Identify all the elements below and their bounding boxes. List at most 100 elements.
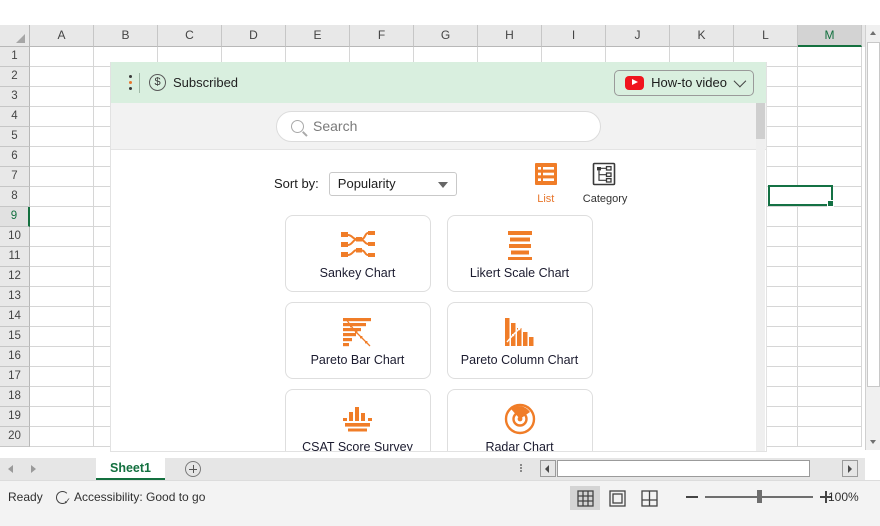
grid-cell[interactable] [30, 307, 94, 327]
task-pane-scrollbar[interactable] [756, 103, 765, 451]
grid-cell[interactable] [30, 147, 94, 167]
grid-cell[interactable] [798, 47, 862, 67]
search-input[interactable]: Search [313, 118, 357, 134]
how-to-video-button[interactable]: How-to video [614, 69, 754, 96]
row-header-1[interactable]: 1 [0, 47, 30, 67]
column-header-a[interactable]: A [30, 25, 94, 47]
chart-card-sankey[interactable]: Sankey Chart [284, 215, 431, 292]
grid-cell[interactable] [798, 267, 862, 287]
previous-sheet-icon[interactable] [0, 458, 22, 480]
grid-cell[interactable] [30, 367, 94, 387]
row-header-11[interactable]: 11 [0, 247, 30, 267]
grid-cell[interactable] [30, 287, 94, 307]
select-all-corner[interactable] [0, 25, 30, 47]
chart-card-likert[interactable]: Likert Scale Chart [446, 215, 593, 292]
column-header-m[interactable]: M [798, 25, 862, 47]
row-header-16[interactable]: 16 [0, 347, 30, 367]
grid-cell[interactable] [30, 167, 94, 187]
grid-cell[interactable] [798, 347, 862, 367]
grid-cell[interactable] [798, 407, 862, 427]
row-header-18[interactable]: 18 [0, 387, 30, 407]
scroll-right-arrow-icon[interactable] [842, 460, 858, 477]
grid-cell[interactable] [798, 147, 862, 167]
kebab-menu-icon[interactable] [123, 74, 137, 92]
search-box[interactable]: Search [276, 110, 601, 142]
grid-cell[interactable] [798, 307, 862, 327]
grid-cell[interactable] [798, 167, 862, 187]
grid-cell[interactable] [30, 407, 94, 427]
grid-cell[interactable] [30, 187, 94, 207]
next-sheet-icon[interactable] [22, 458, 44, 480]
row-header-10[interactable]: 10 [0, 227, 30, 247]
row-header-14[interactable]: 14 [0, 307, 30, 327]
chart-card-csat[interactable]: CSAT Score Survey [284, 389, 431, 451]
zoom-slider-handle[interactable] [757, 490, 762, 503]
row-header-20[interactable]: 20 [0, 427, 30, 447]
active-cell-m9[interactable] [768, 185, 834, 207]
tab-split-handle[interactable] [520, 463, 524, 475]
grid-cell[interactable] [798, 287, 862, 307]
grid-cell[interactable] [30, 347, 94, 367]
column-header-c[interactable]: C [158, 25, 222, 47]
accessibility-status[interactable]: Accessibility: Good to go [55, 490, 205, 507]
scroll-left-arrow-icon[interactable] [540, 460, 556, 477]
row-header-6[interactable]: 6 [0, 147, 30, 167]
column-header-g[interactable]: G [414, 25, 478, 47]
row-header-2[interactable]: 2 [0, 67, 30, 87]
grid-cell[interactable] [798, 207, 862, 227]
grid-cell[interactable] [798, 387, 862, 407]
grid-cell[interactable] [798, 367, 862, 387]
grid-cell[interactable] [798, 87, 862, 107]
row-header-4[interactable]: 4 [0, 107, 30, 127]
grid-cell[interactable] [798, 107, 862, 127]
scroll-up-arrow-icon[interactable] [866, 25, 880, 41]
column-header-h[interactable]: H [478, 25, 542, 47]
task-pane-scroll-thumb[interactable] [756, 103, 765, 139]
column-header-d[interactable]: D [222, 25, 286, 47]
grid-cell[interactable] [30, 87, 94, 107]
row-header-3[interactable]: 3 [0, 87, 30, 107]
add-sheet-icon[interactable] [185, 461, 201, 477]
grid-cell[interactable] [798, 67, 862, 87]
row-header-19[interactable]: 19 [0, 407, 30, 427]
minus-icon[interactable] [685, 488, 699, 506]
row-header-17[interactable]: 17 [0, 367, 30, 387]
chart-card-pareto-bar[interactable]: Pareto Bar Chart [284, 302, 431, 379]
page-layout-view-button[interactable] [602, 486, 632, 510]
grid-cell[interactable] [30, 387, 94, 407]
row-header-9[interactable]: 9 [0, 207, 30, 227]
page-break-view-button[interactable] [634, 486, 664, 510]
grid-cell[interactable] [30, 247, 94, 267]
view-toggle-category[interactable]: Category [583, 162, 627, 205]
grid-cell[interactable] [30, 127, 94, 147]
horizontal-scroll-thumb[interactable] [557, 460, 810, 477]
row-header-8[interactable]: 8 [0, 187, 30, 207]
row-header-12[interactable]: 12 [0, 267, 30, 287]
column-header-j[interactable]: J [606, 25, 670, 47]
view-toggle-list[interactable]: List [525, 162, 567, 205]
zoom-slider[interactable] [705, 488, 813, 506]
sort-by-select[interactable]: Popularity [328, 171, 457, 196]
grid-cell[interactable] [30, 207, 94, 227]
normal-view-button[interactable] [570, 486, 600, 510]
row-header-15[interactable]: 15 [0, 327, 30, 347]
vertical-scrollbar[interactable] [865, 25, 880, 450]
chart-card-pareto-column[interactable]: Pareto Column Chart [446, 302, 593, 379]
grid-cell[interactable] [798, 247, 862, 267]
column-header-k[interactable]: K [670, 25, 734, 47]
grid-cell[interactable] [798, 427, 862, 447]
vertical-scroll-thumb[interactable] [867, 42, 880, 387]
grid-cell[interactable] [30, 427, 94, 447]
row-header-5[interactable]: 5 [0, 127, 30, 147]
zoom-level-label[interactable]: 100% [828, 490, 859, 504]
grid-cell[interactable] [30, 107, 94, 127]
row-header-13[interactable]: 13 [0, 287, 30, 307]
grid-cell[interactable] [798, 227, 862, 247]
column-header-f[interactable]: F [350, 25, 414, 47]
grid-cell[interactable] [798, 127, 862, 147]
sheet-tab-sheet1[interactable]: Sheet1 [96, 458, 165, 480]
horizontal-scrollbar[interactable] [540, 460, 858, 477]
scroll-down-arrow-icon[interactable] [866, 434, 880, 450]
column-header-e[interactable]: E [286, 25, 350, 47]
column-header-l[interactable]: L [734, 25, 798, 47]
